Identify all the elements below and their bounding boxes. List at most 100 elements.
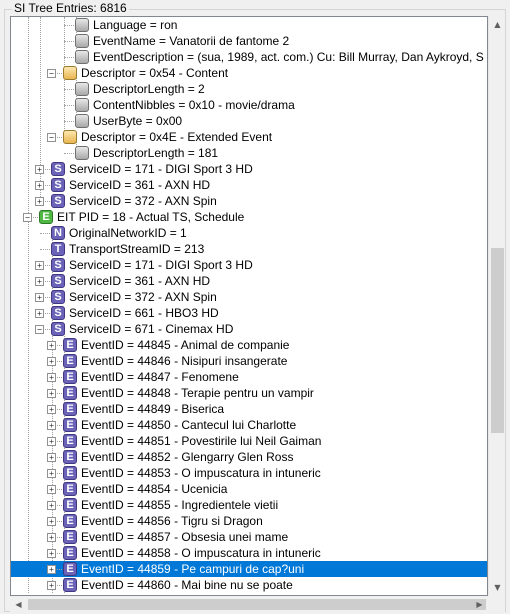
group-title: SI Tree Entries: 6816 — [12, 1, 129, 15]
tree-row-selected[interactable]: + E EventID = 44859 - Pe campuri de cap?un… — [11, 561, 487, 577]
tree-row-label: EventID = 44846 - Nisipuri insangerate — [81, 354, 288, 368]
event-icon: E — [63, 450, 77, 464]
tree-row[interactable]: DescriptorLength = 2 — [11, 81, 487, 97]
tree-row[interactable]: − E EIT PID = 18 - Actual TS, Schedule — [11, 209, 487, 225]
expand-toggle-icon[interactable]: + — [47, 389, 56, 398]
tree-row-label: EventID = 44850 - Cantecul lui Charlotte — [81, 418, 297, 432]
tree-row[interactable]: + E EventID = 44845 - Animal de companie — [11, 337, 487, 353]
tree-row[interactable]: + E EventID = 44851 - Povestirile lui Neil… — [11, 433, 487, 449]
tree-row[interactable]: + E EventID = 44848 - Terapie pentru un va… — [11, 385, 487, 401]
event-icon: E — [63, 418, 77, 432]
event-icon: E — [63, 386, 77, 400]
tree-row-label: EventID = 44849 - Biserica — [81, 402, 225, 416]
vertical-scroll-thumb[interactable] — [491, 248, 504, 433]
property-leaf-icon — [75, 98, 89, 112]
tree-row-label: OriginalNetworkID = 1 — [69, 226, 187, 240]
tree-row[interactable]: + S ServiceID = 171 - DIGI Sport 3 HD — [11, 257, 487, 273]
tree-row[interactable]: + E EventID = 44856 - Tigru si Dragon — [11, 513, 487, 529]
tree-row-label: EventID = 44857 - Obsesia unei mame — [81, 530, 289, 544]
tree-row[interactable]: − S ServiceID = 671 - Cinemax HD — [11, 321, 487, 337]
tree-connector-line — [64, 25, 74, 26]
expand-toggle-icon[interactable]: + — [47, 581, 56, 590]
expand-toggle-icon[interactable]: + — [47, 565, 56, 574]
tree-row-label: ServiceID = 361 - AXN HD — [69, 178, 211, 192]
expand-toggle-icon[interactable]: + — [47, 533, 56, 542]
event-icon: E — [63, 530, 77, 544]
tree-row[interactable]: + E EventID = 44852 - Glengarry Glen Ross — [11, 449, 487, 465]
tree-row-label: ServiceID = 171 - DIGI Sport 3 HD — [69, 258, 253, 272]
tree-row[interactable]: + E EventID = 44854 - Ucenicia — [11, 481, 487, 497]
tree-row[interactable]: + S ServiceID = 661 - HBO3 HD — [11, 305, 487, 321]
expand-toggle-icon[interactable]: + — [35, 261, 44, 270]
scroll-down-arrow-icon[interactable]: ▼ — [489, 579, 506, 596]
expand-toggle-icon[interactable]: + — [47, 373, 56, 382]
tree-row[interactable]: N OriginalNetworkID = 1 — [11, 225, 487, 241]
tree-row[interactable]: − Descriptor = 0x4E - Extended Event — [11, 129, 487, 145]
expand-toggle-icon[interactable]: + — [47, 341, 56, 350]
scroll-right-arrow-icon[interactable]: ▶ — [471, 596, 488, 613]
si-tree-view[interactable]: Language = ron EventName = Vanatorii de f… — [10, 16, 488, 596]
expand-toggle-icon[interactable]: + — [47, 501, 56, 510]
scrollbar-corner — [488, 596, 505, 613]
horizontal-scrollbar[interactable]: ◀ ▶ — [10, 596, 488, 613]
expand-toggle-icon[interactable]: + — [47, 469, 56, 478]
tree-row[interactable]: EventName = Vanatorii de fantome 2 — [11, 33, 487, 49]
horizontal-scroll-thumb[interactable] — [28, 599, 486, 610]
event-icon: E — [63, 434, 77, 448]
tree-row[interactable]: ContentNibbles = 0x10 - movie/drama — [11, 97, 487, 113]
tree-row[interactable]: T TransportStreamID = 213 — [11, 241, 487, 257]
collapse-toggle-icon[interactable]: − — [35, 325, 44, 334]
expand-toggle-icon[interactable]: + — [47, 453, 56, 462]
tree-row[interactable]: + S ServiceID = 372 - AXN Spin — [11, 289, 487, 305]
tree-row[interactable]: + E EventID = 44846 - Nisipuri insangerate — [11, 353, 487, 369]
expand-toggle-icon[interactable]: + — [47, 437, 56, 446]
expand-toggle-icon[interactable]: + — [35, 293, 44, 302]
tree-row[interactable]: + E EventID = 44857 - Obsesia unei mame — [11, 529, 487, 545]
tree-row-label: ServiceID = 372 - AXN Spin — [69, 290, 217, 304]
tree-row[interactable]: + E EventID = 44850 - Cantecul lui Charlot… — [11, 417, 487, 433]
expand-toggle-icon[interactable]: + — [47, 485, 56, 494]
property-leaf-icon — [75, 114, 89, 128]
expand-toggle-icon[interactable]: + — [35, 181, 44, 190]
tree-row[interactable]: + S ServiceID = 171 - DIGI Sport 3 HD — [11, 161, 487, 177]
expand-toggle-icon[interactable]: + — [35, 197, 44, 206]
tree-row[interactable]: + E EventID = 44855 - Ingredientele vietii — [11, 497, 487, 513]
scroll-up-arrow-icon[interactable]: ▲ — [489, 16, 506, 33]
tree-row[interactable]: + S ServiceID = 361 - AXN HD — [11, 273, 487, 289]
collapse-toggle-icon[interactable]: − — [23, 213, 32, 222]
tree-row[interactable]: + S ServiceID = 361 - AXN HD — [11, 177, 487, 193]
expand-toggle-icon[interactable]: + — [47, 421, 56, 430]
collapse-toggle-icon[interactable]: − — [47, 133, 56, 142]
tree-row[interactable]: EventDescription = (sua, 1989, act. com.… — [11, 49, 487, 65]
expand-toggle-icon[interactable]: + — [47, 549, 56, 558]
tree-row-label: EIT PID = 18 - Actual TS, Schedule — [57, 210, 245, 224]
tree-row[interactable]: + E EventID = 44849 - Biserica — [11, 401, 487, 417]
tree-row[interactable]: UserByte = 0x00 — [11, 113, 487, 129]
expand-toggle-icon[interactable]: + — [47, 357, 56, 366]
tree-row[interactable]: + E EventID = 44847 - Fenomene — [11, 369, 487, 385]
expand-toggle-icon[interactable]: + — [35, 277, 44, 286]
tree-row[interactable]: − Descriptor = 0x54 - Content — [11, 65, 487, 81]
tree-row[interactable]: + E EventID = 44860 - Mai bine nu se poate — [11, 577, 487, 593]
expand-toggle-icon[interactable]: + — [35, 165, 44, 174]
scroll-left-arrow-icon[interactable]: ◀ — [10, 596, 27, 613]
event-icon: E — [63, 482, 77, 496]
event-icon: E — [63, 354, 77, 368]
event-icon: E — [63, 466, 77, 480]
tree-row-label: Descriptor = 0x4E - Extended Event — [81, 130, 273, 144]
event-icon: E — [63, 546, 77, 560]
tree-row[interactable]: + E EventID = 44853 - O impuscatura in int… — [11, 465, 487, 481]
service-icon: S — [51, 162, 65, 176]
expand-toggle-icon[interactable]: + — [47, 405, 56, 414]
expand-toggle-icon[interactable]: + — [47, 517, 56, 526]
collapse-toggle-icon[interactable]: − — [47, 69, 56, 78]
tree-row-label: ServiceID = 671 - Cinemax HD — [69, 322, 234, 336]
vertical-scrollbar[interactable]: ▲ ▼ — [488, 16, 505, 596]
service-icon: S — [51, 322, 65, 336]
tree-row-label: EventID = 44845 - Animal de companie — [81, 338, 290, 352]
tree-row[interactable]: + S ServiceID = 372 - AXN Spin — [11, 193, 487, 209]
tree-row[interactable]: + E EventID = 44858 - O impuscatura in int… — [11, 545, 487, 561]
expand-toggle-icon[interactable]: + — [35, 309, 44, 318]
tree-row[interactable]: Language = ron — [11, 17, 487, 33]
tree-row[interactable]: DescriptorLength = 181 — [11, 145, 487, 161]
